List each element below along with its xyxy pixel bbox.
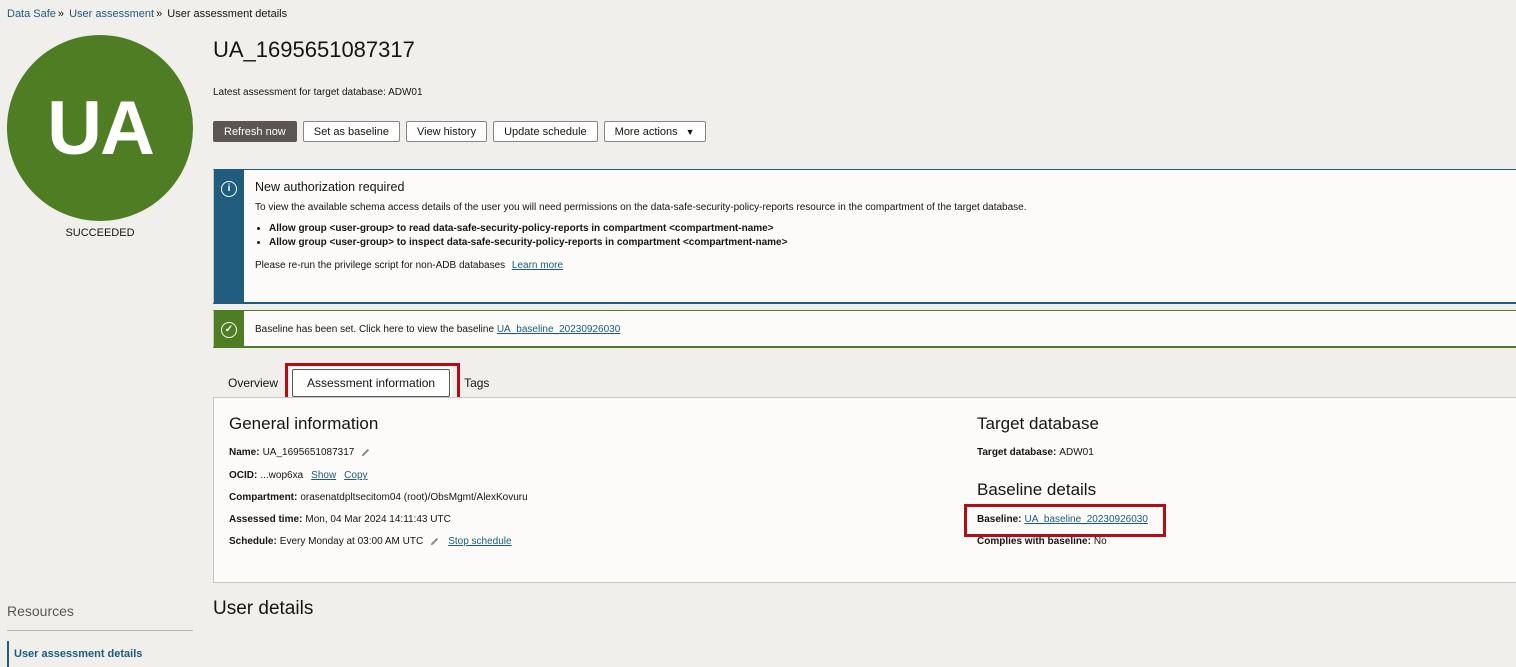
more-actions-label: More actions [614, 125, 678, 138]
breadcrumb-data-safe[interactable]: Data Safe [7, 8, 56, 20]
check-circle-icon: ✓ [221, 322, 237, 338]
compartment-value: orasenatdpltsecitom04 (root)/ObsMgmt/Ale… [300, 492, 528, 503]
avatar-initials: UA [47, 85, 155, 171]
complies-field: Complies with baseline: No [977, 536, 1107, 547]
page-subtitle: Latest assessment for target database: A… [213, 87, 423, 98]
schedule-key: Schedule: [229, 536, 277, 547]
baseline-notice-text: Baseline has been set. Click here to vie… [255, 324, 495, 335]
policy-item: Allow group <user-group> to inspect data… [269, 237, 1506, 248]
complies-value: No [1093, 536, 1107, 547]
target-database-title: Target database [977, 414, 1099, 433]
stop-schedule-link[interactable]: Stop schedule [448, 536, 511, 547]
assessment-info-panel [213, 397, 1516, 583]
status-label: SUCCEEDED [65, 227, 135, 239]
user-details-title: User details [213, 598, 314, 619]
ocid-field: OCID: ...wop6xa Show Copy [229, 470, 368, 481]
notice-footer: Please re-run the privilege script for n… [255, 260, 1506, 271]
ocid-copy-link[interactable]: Copy [344, 470, 367, 481]
divider [7, 630, 193, 631]
notice-bar: ✓ [214, 311, 244, 346]
ocid-value: ...wop6xa [260, 470, 304, 481]
tab-overview[interactable]: Overview [213, 376, 286, 390]
baseline-set-notice: ✓ Baseline has been set. Click here to v… [213, 310, 1516, 348]
compartment-field: Compartment: orasenatdpltsecitom04 (root… [229, 492, 528, 503]
target-database-key: Target database: [977, 447, 1057, 458]
assessed-time-key: Assessed time: [229, 514, 303, 525]
schedule-field: Schedule: Every Monday at 03:00 AM UTC S… [229, 536, 512, 547]
policy-list: Allow group <user-group> to read data-sa… [255, 223, 1506, 248]
caret-down-icon: ▼ [685, 126, 695, 137]
baseline-details-title: Baseline details [977, 480, 1097, 499]
complies-key: Complies with baseline: [977, 536, 1091, 547]
breadcrumb-separator: » [57, 8, 65, 20]
schedule-value: Every Monday at 03:00 AM UTC [279, 536, 424, 547]
baseline-notice-link[interactable]: UA_baseline_20230926030 [497, 324, 620, 335]
name-key: Name: [229, 447, 260, 458]
assessed-time-field: Assessed time: Mon, 04 Mar 2024 14:11:43… [229, 514, 451, 525]
breadcrumb-current: User assessment details [167, 8, 288, 20]
action-toolbar: Refresh now Set as baseline View history… [213, 121, 706, 142]
ocid-key: OCID: [229, 470, 258, 481]
pencil-icon[interactable] [360, 447, 371, 458]
compartment-key: Compartment: [229, 492, 298, 503]
name-value: UA_1695651087317 [262, 447, 355, 458]
learn-more-link[interactable]: Learn more [512, 260, 563, 271]
update-schedule-button[interactable]: Update schedule [493, 121, 598, 142]
refresh-now-button[interactable]: Refresh now [213, 121, 297, 142]
view-history-button[interactable]: View history [405, 121, 488, 142]
notice-title: New authorization required [255, 180, 405, 194]
notice-text: To view the available schema access deta… [255, 202, 1027, 213]
policy-item: Allow group <user-group> to read data-sa… [269, 223, 1506, 234]
highlight-box [964, 504, 1166, 537]
avatar: UA [7, 35, 193, 221]
notice-footer-text: Please re-run the privilege script for n… [255, 260, 506, 271]
assessed-time-value: Mon, 04 Mar 2024 14:11:43 UTC [305, 514, 451, 525]
resources-title: Resources [7, 603, 74, 619]
general-info-title: General information [229, 414, 379, 433]
pencil-icon[interactable] [429, 536, 440, 547]
notice-bar: i [214, 170, 244, 302]
target-database-field: Target database: ADW01 [977, 447, 1094, 458]
target-database-value: ADW01 [1059, 447, 1094, 458]
set-as-baseline-button[interactable]: Set as baseline [302, 121, 400, 142]
authorization-notice: i New authorization required To view the… [213, 169, 1516, 304]
name-field: Name: UA_1695651087317 [229, 447, 371, 458]
breadcrumb-user-assessment[interactable]: User assessment [69, 8, 154, 20]
ocid-show-link[interactable]: Show [311, 470, 336, 481]
more-actions-button[interactable]: More actions ▼ [603, 121, 706, 142]
breadcrumb: Data Safe» User assessment» User assessm… [7, 8, 287, 20]
resource-item-user-assessment-details[interactable]: User assessment details [7, 641, 142, 667]
info-icon: i [221, 181, 237, 197]
tab-tags[interactable]: Tags [456, 376, 497, 390]
breadcrumb-separator: » [156, 8, 163, 20]
page-title: UA_1695651087317 [213, 37, 415, 62]
